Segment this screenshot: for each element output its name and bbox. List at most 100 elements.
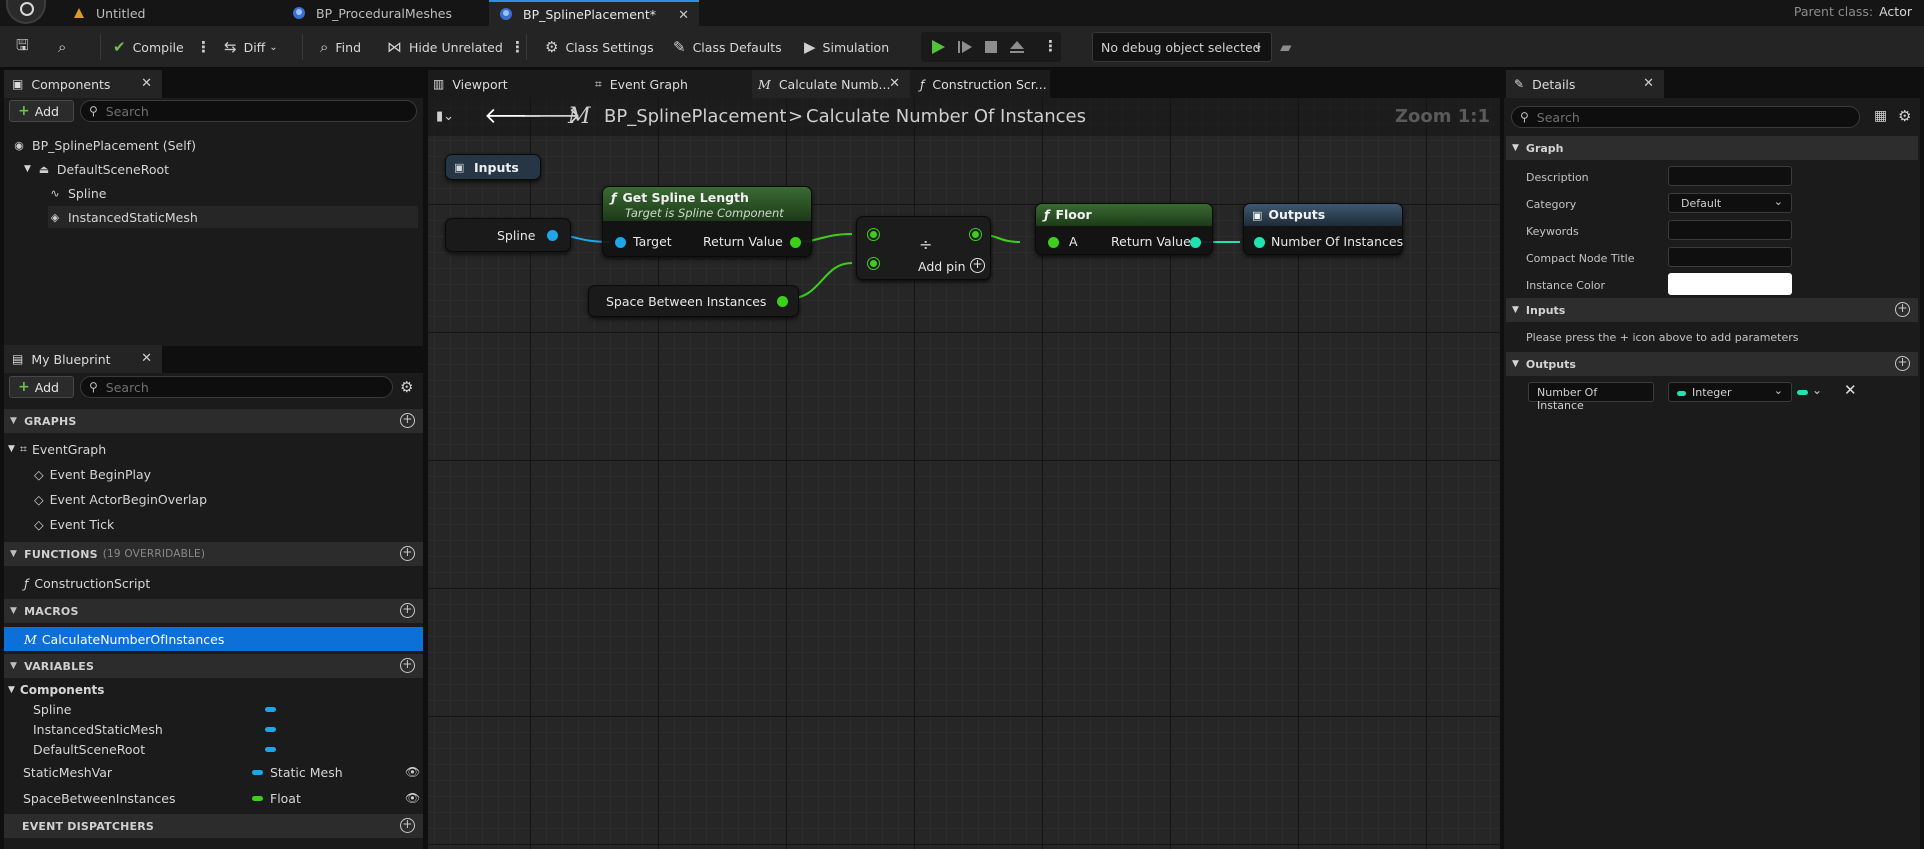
parent-class-value[interactable]: Actor xyxy=(1879,4,1912,19)
variable-item-defaultsceneroot[interactable]: DefaultSceneRoot xyxy=(33,739,145,759)
class-settings-button[interactable]: ⚙ Class Settings xyxy=(545,36,654,58)
graph-section-header[interactable]: ▼ Graph xyxy=(1506,136,1918,160)
compile-button[interactable]: ✔ Compile xyxy=(113,36,184,58)
hide-unrelated-options-icon[interactable]: ⋮ xyxy=(510,36,525,58)
doc-tab-splineplacement[interactable]: BP_SplinePlacement* ✕ xyxy=(489,0,699,26)
remove-output-icon[interactable]: ✕ xyxy=(1844,381,1857,399)
graph-canvas[interactable]: ▮⌄ 🡐 🡒 M BP_SplinePlacement > Calculate … xyxy=(428,98,1500,849)
add-output-icon[interactable]: + xyxy=(1895,356,1910,371)
floor-a-input-pin[interactable] xyxy=(1048,237,1059,248)
doc-tab-proceduralmeshes[interactable]: BP_ProceduralMeshes xyxy=(282,0,489,26)
target-input-pin[interactable] xyxy=(615,237,626,248)
spline-input-node[interactable]: Spline xyxy=(445,218,571,252)
diff-button[interactable]: ⇆ Diff ⌄ xyxy=(224,36,278,58)
tab-event-graph[interactable]: ⌗ Event Graph xyxy=(590,70,752,98)
tab-calculate-number[interactable]: M Calculate Numb... ✕ xyxy=(752,70,910,98)
debug-object-select[interactable]: No debug object selected ⌄ xyxy=(1092,32,1272,62)
add-dispatcher-icon[interactable]: + xyxy=(400,818,415,833)
variable-group-components[interactable]: ▼ Components xyxy=(8,680,104,700)
add-graph-icon[interactable]: + xyxy=(400,413,415,428)
add-member-button[interactable]: + Add xyxy=(9,376,74,398)
dispatchers-section-header[interactable]: EVENT DISPATCHERS + xyxy=(4,814,423,838)
float-output-pin[interactable] xyxy=(777,296,788,307)
components-search-input[interactable]: ⚲ Search xyxy=(80,100,417,122)
outputs-section-header[interactable]: ▼ Outputs + xyxy=(1506,352,1918,376)
play-icon[interactable] xyxy=(930,39,946,55)
description-field[interactable] xyxy=(1668,166,1792,186)
container-type-pill[interactable] xyxy=(1797,390,1808,395)
floor-return-pin[interactable] xyxy=(1190,237,1201,248)
graphs-section-header[interactable]: ▼ GRAPHS + xyxy=(4,409,423,433)
output-type-select[interactable]: Integer ⌄ xyxy=(1668,382,1792,402)
grid-view-icon[interactable]: ▦ xyxy=(1874,108,1887,124)
inputs-section-header[interactable]: ▼ Inputs + xyxy=(1506,298,1918,322)
tree-item-defaultsceneroot[interactable]: ▼ ⏏ DefaultSceneRoot xyxy=(24,158,169,180)
function-item-constructionscript[interactable]: ƒ ConstructionScript xyxy=(24,573,150,593)
my-blueprint-tab[interactable]: ▤ My Blueprint ✕ xyxy=(4,345,162,373)
components-tab[interactable]: ▣ Components ✕ xyxy=(4,70,162,98)
details-search-input[interactable]: ⚲ Search xyxy=(1511,106,1860,128)
graph-item-eventgraph[interactable]: ▼ ⌗ EventGraph xyxy=(8,439,106,459)
category-combo[interactable]: Default ⌄ xyxy=(1668,193,1792,213)
floor-node[interactable]: ƒ Floor A Return Value xyxy=(1035,203,1213,255)
tree-item-self[interactable]: ◉ BP_SplinePlacement (Self) xyxy=(12,134,196,156)
add-component-button[interactable]: + Add xyxy=(9,100,74,122)
event-item-beginplay[interactable]: ◇ Event BeginPlay xyxy=(34,464,151,484)
add-macro-icon[interactable]: + xyxy=(400,603,415,618)
macro-item-calculatenumberofinstances[interactable]: M CalculateNumberOfInstances xyxy=(4,627,423,651)
divisor-input-pin[interactable] xyxy=(868,258,879,269)
outputs-node[interactable]: ▣ Outputs Number Of Instances xyxy=(1243,203,1403,255)
tree-item-instancedstaticmesh[interactable]: ◈ InstancedStaticMesh xyxy=(48,206,418,228)
stop-icon[interactable] xyxy=(983,39,999,55)
get-spline-length-node[interactable]: ƒ Get Spline Length Target is Spline Comp… xyxy=(602,186,812,257)
space-between-instances-node[interactable]: Space Between Instances xyxy=(588,285,799,317)
find-button[interactable]: ⌕ Find xyxy=(320,36,361,58)
inputs-node[interactable]: ▣ Inputs xyxy=(445,154,541,180)
macros-section-header[interactable]: ▼ MACROS + xyxy=(4,599,423,623)
eye-icon[interactable]: 👁 xyxy=(405,791,420,805)
eject-icon[interactable] xyxy=(1009,39,1025,55)
gear-icon[interactable]: ⚙ xyxy=(1898,107,1911,125)
add-input-icon[interactable]: + xyxy=(1895,302,1910,317)
instance-color-swatch[interactable] xyxy=(1668,273,1792,295)
add-function-icon[interactable]: + xyxy=(400,546,415,561)
functions-section-header[interactable]: ▼ FUNCTIONS (19 OVERRIDABLE) + xyxy=(4,542,423,566)
divide-node[interactable]: ÷ Add pin + xyxy=(856,216,991,280)
variable-item-spline[interactable]: Spline xyxy=(33,699,71,719)
debug-browse-button[interactable]: ▰ xyxy=(1280,36,1299,58)
class-defaults-button[interactable]: ✎ Class Defaults xyxy=(673,36,782,58)
quotient-output-pin[interactable] xyxy=(970,229,981,240)
variables-section-header[interactable]: ▼ VARIABLES + xyxy=(4,654,423,678)
spline-output-pin[interactable] xyxy=(547,230,558,241)
save-button[interactable]: 🖫 xyxy=(16,36,36,58)
add-pin-icon[interactable]: + xyxy=(970,258,985,273)
eye-icon[interactable]: 👁 xyxy=(405,765,420,779)
add-pin-label[interactable]: Add pin xyxy=(918,259,966,274)
gear-icon[interactable]: ⚙ xyxy=(400,378,413,396)
dividend-input-pin[interactable] xyxy=(868,229,879,240)
keywords-field[interactable] xyxy=(1668,220,1792,240)
details-tab[interactable]: ✎ Details ✕ xyxy=(1506,70,1664,98)
simulation-button[interactable]: ▶ Simulation xyxy=(804,36,889,58)
tab-construction-script[interactable]: ƒ Construction Scr... xyxy=(910,70,1050,98)
return-value-pin[interactable] xyxy=(790,237,801,248)
close-icon[interactable]: ✕ xyxy=(141,76,152,91)
output-name-field[interactable]: Number Of Instance xyxy=(1528,382,1654,412)
doc-tab-untitled[interactable]: Untitled xyxy=(62,0,282,26)
play-options-icon[interactable]: ⋮ xyxy=(1043,37,1058,55)
step-icon[interactable] xyxy=(957,39,973,55)
compile-options-icon[interactable]: ⋮ xyxy=(196,36,211,58)
browse-button[interactable]: ⌕ xyxy=(58,36,73,58)
close-icon[interactable]: ✕ xyxy=(889,76,900,91)
close-icon[interactable]: ✕ xyxy=(1643,76,1654,91)
variable-type-float[interactable]: Float xyxy=(270,788,301,808)
add-variable-icon[interactable]: + xyxy=(400,658,415,673)
hide-unrelated-button[interactable]: ⋈ Hide Unrelated xyxy=(387,36,503,58)
compact-node-title-field[interactable] xyxy=(1668,247,1792,267)
tree-item-spline[interactable]: ∿ Spline xyxy=(48,182,106,204)
close-icon[interactable]: ✕ xyxy=(141,351,152,366)
chevron-down-icon[interactable]: ⌄ xyxy=(1812,383,1822,397)
unreal-logo-icon[interactable] xyxy=(6,0,46,24)
tree-expand-icon[interactable]: ▼ xyxy=(24,164,31,174)
event-item-actorbeginoverlap[interactable]: ◇ Event ActorBeginOverlap xyxy=(34,489,207,509)
